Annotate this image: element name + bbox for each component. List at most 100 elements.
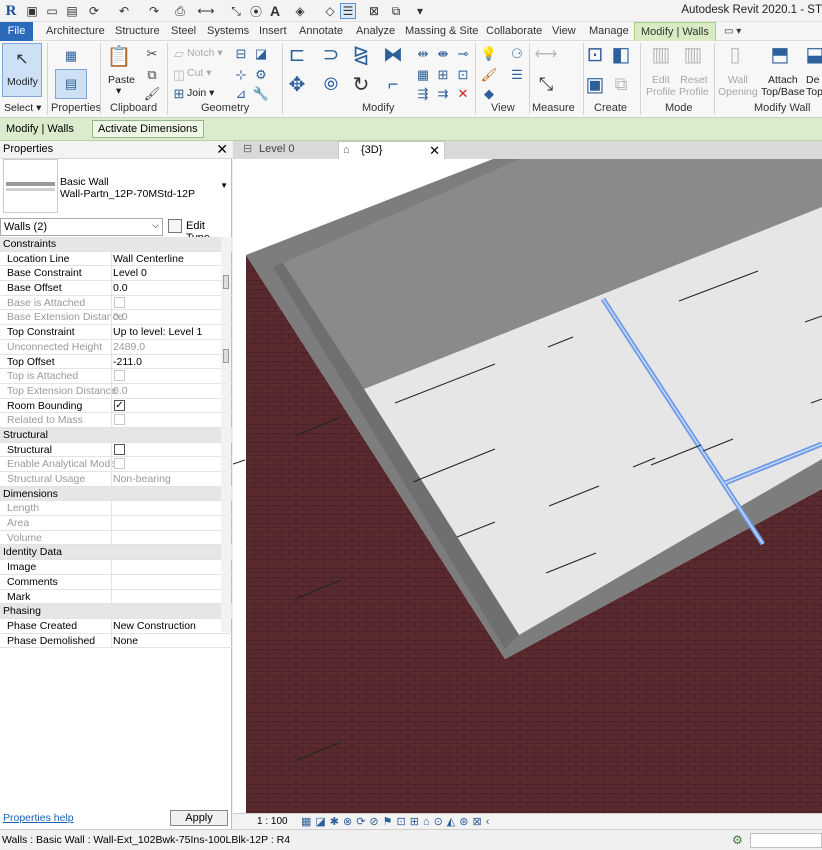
- linework-icon[interactable]: ☰: [508, 66, 526, 84]
- paintbrush-icon[interactable]: 🖌: [480, 66, 498, 84]
- properties-help-link[interactable]: Properties help: [3, 812, 74, 824]
- beam-join-icon[interactable]: ⊿: [232, 85, 250, 103]
- array-icon[interactable]: ▦: [414, 66, 432, 84]
- close-hidden-icon[interactable]: ⊠: [366, 3, 382, 19]
- switch-windows-icon[interactable]: ⧉: [388, 3, 404, 19]
- tab-structure[interactable]: Structure: [115, 22, 160, 41]
- tab-3d[interactable]: ⌂ {3D} ✕: [338, 141, 445, 159]
- element-filter-select[interactable]: Walls (2) ⌵: [0, 218, 163, 236]
- select-panel-title[interactable]: Select ▾: [4, 102, 41, 114]
- measure-distance-icon[interactable]: ⟷: [535, 45, 558, 63]
- properties-button[interactable]: ▤: [55, 69, 87, 99]
- unpin-icon[interactable]: ⊡: [454, 66, 472, 84]
- property-value[interactable]: New Construction: [113, 620, 196, 632]
- properties-scrollbar[interactable]: [221, 237, 231, 632]
- cut-geometry-label[interactable]: Cut ▾: [187, 67, 212, 79]
- tab-insert[interactable]: Insert: [259, 22, 287, 41]
- delete-icon[interactable]: ✕: [454, 85, 472, 103]
- eraser-icon[interactable]: ◆: [480, 85, 498, 103]
- type-properties-icon[interactable]: ▦: [62, 47, 80, 65]
- home-icon[interactable]: ▣: [24, 3, 40, 19]
- create-assembly-icon[interactable]: ⊡: [586, 44, 604, 66]
- copy-icon[interactable]: ⧉: [143, 66, 161, 84]
- worksharing-icon[interactable]: ⚙: [732, 833, 743, 847]
- property-section[interactable]: Constraints⌃: [0, 237, 232, 252]
- property-value[interactable]: Wall Centerline: [113, 253, 184, 265]
- tab-file[interactable]: File: [0, 22, 33, 41]
- close-icon[interactable]: ✕: [216, 141, 228, 158]
- attach-top-base-icon[interactable]: ⬒: [771, 44, 790, 66]
- property-value[interactable]: 0.0: [113, 282, 128, 294]
- measure-icon[interactable]: ⟷: [197, 3, 214, 19]
- type-selector-chevron-icon[interactable]: ▼: [220, 181, 228, 190]
- apply-button[interactable]: Apply: [170, 810, 228, 826]
- reset-profile-label[interactable]: Reset Profile: [679, 74, 709, 98]
- notch-label[interactable]: Notch ▾: [187, 47, 223, 59]
- paste-dropdown-icon[interactable]: ▾: [116, 85, 121, 97]
- undo-icon[interactable]: ↶: [116, 3, 132, 19]
- sync-icon[interactable]: ⟳: [86, 3, 102, 19]
- tab-steel[interactable]: Steel: [171, 22, 196, 41]
- tab-modify-walls[interactable]: Modify | Walls: [634, 22, 716, 41]
- demolish-icon[interactable]: ⚙: [252, 66, 270, 84]
- paint-icon[interactable]: ◪: [252, 45, 270, 63]
- cut-icon[interactable]: ✂: [143, 45, 161, 63]
- split-face-icon[interactable]: ⊟: [232, 45, 250, 63]
- create-parts-icon[interactable]: ◧: [612, 44, 631, 66]
- modify-button[interactable]: ↖ Modify: [2, 43, 42, 97]
- pick-icon[interactable]: 🔧: [252, 85, 270, 103]
- detach-top-base-label[interactable]: De Top/: [806, 74, 822, 98]
- property-checkbox[interactable]: [114, 443, 125, 455]
- ribbon-options-icon[interactable]: ▭ ▾: [724, 22, 741, 41]
- create-group-icon[interactable]: ▣: [586, 74, 605, 96]
- edit-profile-label[interactable]: Edit Profile: [646, 74, 676, 98]
- revit-logo-icon[interactable]: R: [3, 3, 19, 19]
- tab-annotate[interactable]: Annotate: [299, 22, 343, 41]
- dimension-icon[interactable]: ⤡: [228, 3, 244, 19]
- join-label[interactable]: Join ▾: [187, 87, 214, 99]
- move-icon[interactable]: ✥: [288, 74, 306, 96]
- type-family[interactable]: Basic Wall: [60, 176, 109, 188]
- property-section[interactable]: Identity Data⌃: [0, 545, 232, 561]
- detach-top-base-icon[interactable]: ⬓: [806, 44, 822, 66]
- tab-collaborate[interactable]: Collaborate: [486, 22, 542, 41]
- trim-multiple-icon[interactable]: ⇶: [414, 85, 432, 103]
- print-icon[interactable]: ⎙: [172, 3, 188, 19]
- align-icon[interactable]: ⊏: [288, 44, 306, 66]
- trim-single-icon[interactable]: ⇉: [434, 85, 452, 103]
- text-icon[interactable]: A: [267, 3, 283, 19]
- notch-icon[interactable]: ▱: [170, 45, 188, 63]
- 3d-view-icon[interactable]: ◈: [292, 3, 308, 19]
- property-value[interactable]: Up to level: Level 1: [113, 326, 202, 338]
- cut-geometry-icon[interactable]: ◫: [170, 66, 188, 84]
- offset-icon[interactable]: ⊃: [322, 44, 340, 66]
- mirror-axis-icon[interactable]: ⧎: [352, 44, 370, 66]
- tab-view[interactable]: View: [552, 22, 576, 41]
- property-value[interactable]: Level 0: [113, 267, 147, 279]
- hide-icon[interactable]: 💡: [480, 45, 498, 63]
- match-properties-icon[interactable]: 🖌: [143, 85, 161, 103]
- wall-joins-icon[interactable]: ⊹: [232, 66, 250, 84]
- property-value[interactable]: None: [113, 635, 138, 647]
- section-icon[interactable]: ◇: [322, 3, 338, 19]
- attach-top-base-label[interactable]: Attach Top/Base: [761, 74, 805, 98]
- split-icon[interactable]: ⇹: [414, 45, 432, 63]
- split-gap-icon[interactable]: ⇼: [434, 45, 452, 63]
- pin-icon[interactable]: ⊸: [454, 45, 472, 63]
- scale-icon[interactable]: ⊞: [434, 66, 452, 84]
- open-icon[interactable]: ▭: [44, 3, 60, 19]
- 3d-view-canvas[interactable]: [233, 159, 822, 813]
- rotate-icon[interactable]: ↻: [352, 74, 370, 96]
- edit-profile-icon[interactable]: ▥: [652, 44, 671, 66]
- view-control-icons[interactable]: ▦◪✱⊗⟳⊘⚑⊡⊞⌂⊙◭⊛⊠‹: [301, 815, 493, 828]
- override-graphics-icon[interactable]: ⚆: [508, 45, 526, 63]
- edit-type-button[interactable]: Edit Type: [168, 218, 230, 244]
- join-icon[interactable]: ⊞: [170, 85, 188, 103]
- type-name[interactable]: Wall-Partn_12P-70MStd-12P: [60, 188, 195, 200]
- wall-opening-icon[interactable]: ▯: [726, 44, 744, 66]
- status-field[interactable]: [750, 833, 822, 848]
- tab-systems[interactable]: Systems: [207, 22, 249, 41]
- close-icon[interactable]: ✕: [429, 142, 440, 159]
- customize-qat-icon[interactable]: ▾: [412, 3, 428, 19]
- property-section[interactable]: Structural⌃: [0, 427, 232, 443]
